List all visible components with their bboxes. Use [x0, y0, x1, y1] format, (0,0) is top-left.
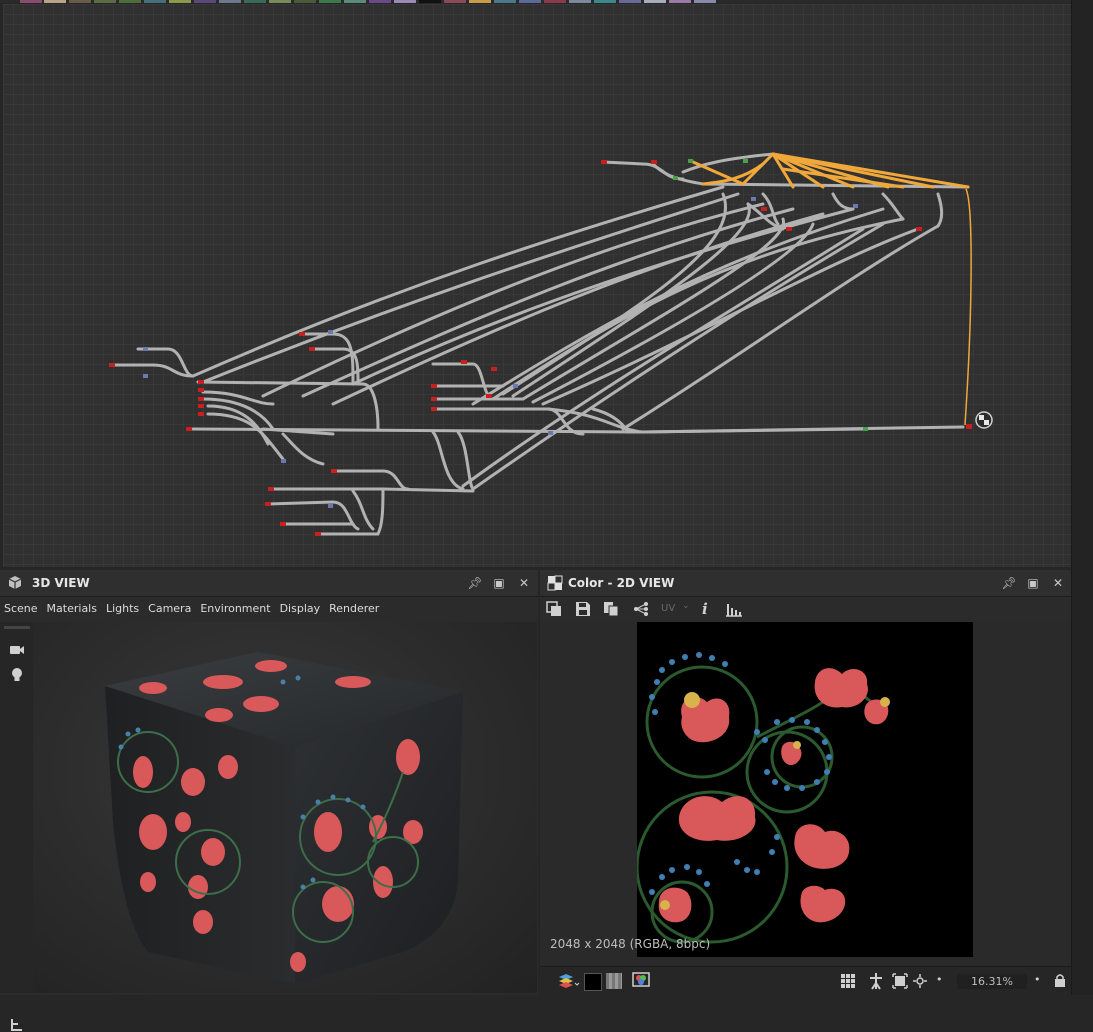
copy-icon[interactable]: [603, 601, 619, 617]
zoom-in-icon[interactable]: •: [1034, 973, 1041, 986]
panel-2d-toolbar: UV ⌄ i: [540, 597, 1071, 623]
menu-camera[interactable]: Camera: [144, 597, 196, 615]
camera-icon[interactable]: [9, 644, 25, 656]
fit-width-icon[interactable]: [868, 972, 884, 990]
panel-3d-view: 3D VIEW 📌︎ ▣ ✕ Scene Materials Lights Camer…: [0, 570, 538, 1031]
pin-icon[interactable]: 📌︎: [467, 575, 483, 591]
texture-preview: [635, 622, 973, 957]
menu-materials[interactable]: Materials: [43, 597, 102, 615]
export-icon[interactable]: [546, 601, 562, 617]
lightbulb-icon[interactable]: [10, 667, 24, 683]
close-icon[interactable]: ✕: [516, 575, 532, 591]
panel-2d-title: Color - 2D VIEW: [568, 576, 675, 590]
info-icon[interactable]: i: [702, 600, 708, 618]
alpha-channel-icon[interactable]: [606, 973, 622, 989]
checker-icon: [547, 575, 563, 591]
layers-icon[interactable]: [558, 972, 580, 990]
zoom-out-icon[interactable]: •: [936, 973, 943, 986]
menu-renderer[interactable]: Renderer: [325, 597, 384, 615]
cube-icon: [8, 576, 22, 589]
panel-3d-sidebar: [0, 622, 33, 1031]
histogram-icon[interactable]: [725, 601, 743, 617]
pin-icon[interactable]: 📌︎: [1001, 575, 1017, 591]
panel-2d-statusbar: • 16.31% •: [540, 966, 1071, 995]
node-graph-wires: [109, 152, 993, 536]
panel-3d-titlebar: 3D VIEW 📌︎ ▣ ✕: [0, 570, 538, 597]
menu-scene[interactable]: Scene: [0, 597, 43, 615]
output-node-icon: [975, 411, 993, 429]
menu-lights[interactable]: Lights: [102, 597, 144, 615]
texture-resolution: 2048 x 2048 (RGBA, 8bpc): [550, 937, 711, 951]
graph-link-icon[interactable]: [633, 601, 649, 617]
menu-environment[interactable]: Environment: [196, 597, 275, 615]
center-icon[interactable]: [912, 973, 928, 989]
grid-icon[interactable]: [840, 973, 856, 989]
black-channel-icon[interactable]: [584, 973, 602, 991]
zoom-level[interactable]: 16.31%: [957, 974, 1027, 989]
maximize-icon[interactable]: ▣: [491, 575, 507, 591]
outliner-icon[interactable]: [10, 1018, 24, 1032]
close-icon[interactable]: ✕: [1050, 575, 1066, 591]
panel-3d-title: 3D VIEW: [32, 576, 90, 590]
node-graph-canvas[interactable]: [3, 4, 1071, 567]
viewport-3d[interactable]: [33, 622, 537, 993]
color-swatch-strip: [0, 0, 1093, 3]
panel-2d-titlebar: Color - 2D VIEW 📌︎ ▣ ✕: [540, 570, 1071, 597]
panel-3d-menubar: Scene Materials Lights Camera Environment Dis…: [0, 597, 538, 621]
panel-2d-view: Color - 2D VIEW 📌︎ ▣ ✕ UV ⌄ i 2048 x 204…: [540, 570, 1071, 995]
maximize-icon[interactable]: ▣: [1025, 575, 1041, 591]
menu-display[interactable]: Display: [276, 597, 326, 615]
save-icon[interactable]: [575, 601, 591, 617]
lock-icon[interactable]: [1054, 973, 1066, 988]
chevron-down-icon[interactable]: ⌄: [682, 601, 690, 611]
textured-cube-render: [105, 652, 463, 984]
flower-texture: [635, 652, 890, 944]
right-panel-edge: [1071, 0, 1093, 995]
fit-view-icon[interactable]: [892, 973, 908, 989]
uv-toggle[interactable]: UV: [661, 603, 675, 614]
color-display-icon[interactable]: [632, 972, 650, 990]
